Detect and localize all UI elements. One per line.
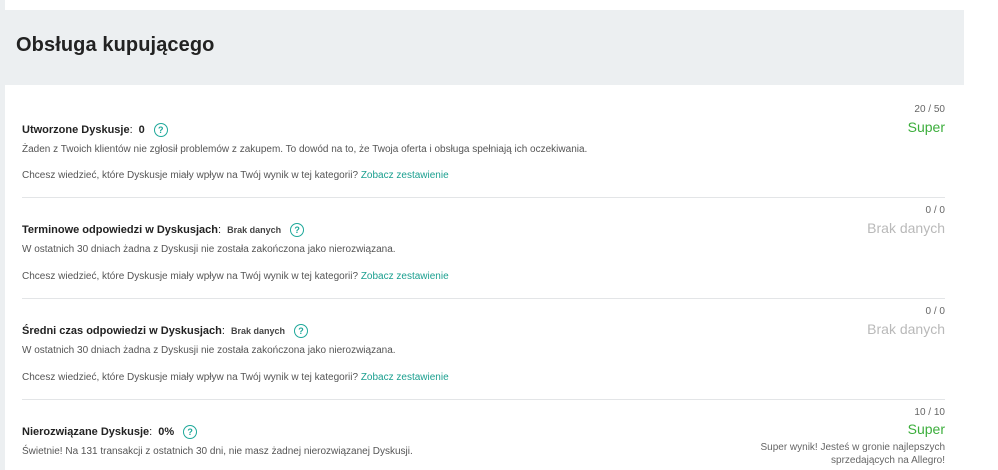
metric-value: Brak danych (227, 225, 282, 235)
hint-text: Chcesz wiedzieć, które Dyskusje miały wp… (22, 271, 359, 282)
metric-description: Świetnie! Na 131 transakcji z ostatnich … (22, 446, 413, 457)
see-summary-link[interactable]: Zobacz zestawienie (361, 271, 449, 282)
metric-label: Nierozwiązane Dyskusje (22, 426, 150, 438)
metric-value: Brak danych (230, 326, 285, 336)
buyer-service-panel: 20 / 50 Super Utworzone Dyskusje: 0 ? Ża… (5, 85, 964, 470)
right-margin (964, 0, 998, 470)
help-icon[interactable]: ? (153, 123, 168, 137)
metric-description: W ostatnich 30 dniach żadna z Dyskusji n… (22, 345, 396, 356)
metric-item-avg-response-time: 0 / 0 Brak danych Średni czas odpowiedzi… (22, 298, 945, 398)
metric-value: 0 (138, 124, 145, 136)
section-title: Obsługa kupującego (16, 34, 215, 56)
metric-status: Super (907, 421, 945, 437)
help-icon[interactable]: ? (293, 324, 308, 338)
metric-value: 0% (158, 426, 175, 438)
colon: : (149, 426, 153, 438)
metric-item-unresolved-discussions: 10 / 10 Super Nierozwiązane Dyskusje: 0%… (22, 399, 945, 469)
metric-score: 10 / 10 (914, 407, 945, 418)
metric-item-timely-responses: 0 / 0 Brak danych Terminowe odpowiedzi w… (22, 197, 945, 297)
colon: : (129, 124, 133, 136)
metric-label: Utworzone Dyskusje (22, 124, 130, 136)
metric-title-row: Utworzone Dyskusje: 0 ? (22, 123, 168, 137)
metric-title-row: Nierozwiązane Dyskusje: 0% ? (22, 425, 198, 439)
metric-item-created-discussions: 20 / 50 Super Utworzone Dyskusje: 0 ? Ża… (22, 103, 945, 198)
divider (22, 197, 945, 198)
metric-status: Brak danych (867, 321, 945, 337)
metric-score: 0 / 0 (925, 306, 945, 317)
top-card-edge (5, 0, 964, 10)
divider (22, 298, 945, 299)
metric-score: 20 / 50 (914, 104, 945, 115)
help-icon[interactable]: ? (183, 425, 198, 439)
hint-text: Chcesz wiedzieć, które Dyskusje miały wp… (22, 372, 359, 383)
metric-hint: Chcesz wiedzieć, które Dyskusje miały wp… (22, 372, 449, 383)
metric-hint: Chcesz wiedzieć, które Dyskusje miały wp… (22, 271, 449, 282)
see-summary-link[interactable]: Zobacz zestawienie (361, 170, 449, 181)
see-summary-link[interactable]: Zobacz zestawienie (361, 372, 449, 383)
divider (22, 399, 945, 400)
metric-hint: Chcesz wiedzieć, które Dyskusje miały wp… (22, 170, 449, 181)
metric-status: Brak danych (867, 220, 945, 236)
metric-description: Żaden z Twoich klientów nie zgłosił prob… (22, 144, 588, 155)
metric-description: W ostatnich 30 dniach żadna z Dyskusji n… (22, 244, 396, 255)
metric-status: Super (907, 119, 945, 135)
help-icon[interactable]: ? (290, 223, 305, 237)
metric-note: Super wynik! Jesteś w gronie najlepszych… (760, 442, 945, 466)
hint-text: Chcesz wiedzieć, które Dyskusje miały wp… (22, 170, 359, 181)
colon: : (218, 224, 222, 236)
metric-title-row: Średni czas odpowiedzi w Dyskusjach: Bra… (22, 324, 308, 338)
metric-score: 0 / 0 (925, 205, 945, 216)
colon: : (221, 325, 225, 337)
metric-label: Terminowe odpowiedzi w Dyskusjach (22, 224, 219, 236)
metric-label: Średni czas odpowiedzi w Dyskusjach (22, 325, 222, 337)
metric-title-row: Terminowe odpowiedzi w Dyskusjach: Brak … (22, 223, 305, 237)
